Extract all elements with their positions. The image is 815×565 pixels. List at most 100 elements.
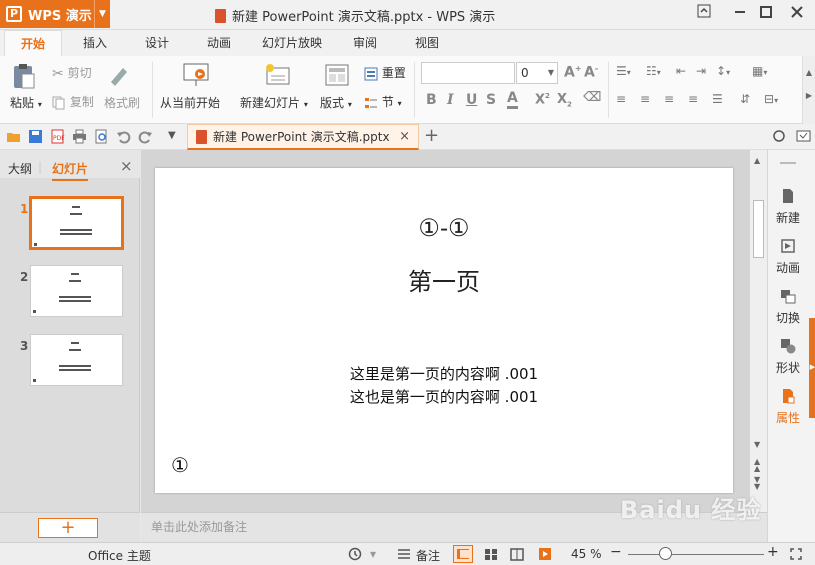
fit-window-icon[interactable] [790, 548, 802, 560]
indent-icon[interactable]: ⇥ [696, 64, 706, 78]
tab-review[interactable]: 审阅 [340, 30, 390, 56]
reading-view-icon[interactable] [510, 548, 524, 561]
print-preview-icon[interactable] [94, 129, 109, 144]
new-slide-button[interactable] [263, 62, 291, 88]
shadow-icon[interactable]: S [486, 92, 496, 108]
subscript-icon[interactable]: X2 [557, 92, 572, 109]
ribbon-scroll[interactable]: ▲ ▶ [802, 56, 815, 124]
history-icon[interactable] [348, 547, 362, 561]
next-slide-icon[interactable]: ▼ ▼ [754, 476, 760, 491]
layout-button[interactable] [324, 62, 350, 88]
tab-slides[interactable]: 幻灯片 [52, 160, 89, 181]
grow-font-icon[interactable]: A+ [564, 64, 582, 81]
italic-icon[interactable]: I [447, 92, 454, 108]
scroll-down-icon[interactable]: ▼ [754, 440, 760, 449]
new-slide-label[interactable]: 新建幻灯片 ▾ [240, 94, 308, 111]
bold-icon[interactable]: B [426, 92, 437, 108]
zoom-slider-thumb[interactable] [659, 547, 673, 560]
tab-insert[interactable]: 插入 [70, 30, 120, 56]
copy-button[interactable]: 复制 [52, 93, 94, 110]
slide-thumbnail-2[interactable] [30, 265, 123, 317]
clear-format-icon[interactable]: ⌫ [583, 90, 601, 105]
shapes-pane-button[interactable]: 形状 [768, 338, 808, 376]
app-menu-button[interactable]: P WPS 演示 ▼ [0, 0, 110, 28]
slide-thumbnail-1[interactable] [29, 196, 124, 250]
qat-dropdown-icon[interactable]: ▼ [168, 130, 176, 141]
transition-pane-button[interactable]: 切换 [768, 288, 808, 326]
slideshow-icon[interactable] [538, 547, 552, 561]
from-current-label[interactable]: 从当前开始 [160, 94, 220, 111]
close-tab-icon[interactable]: × [399, 129, 410, 144]
notes-toggle[interactable]: 备注 [416, 547, 440, 564]
zoom-slider-track[interactable] [628, 554, 764, 555]
normal-view-icon[interactable] [453, 545, 473, 563]
line-spacing-icon[interactable]: ↕▾ [716, 64, 730, 78]
section-button[interactable]: 节 ▾ [364, 93, 402, 110]
new-pane-button[interactable]: 新建 [768, 188, 808, 226]
tab-view[interactable]: 视图 [402, 30, 452, 56]
notes-icon[interactable] [397, 548, 411, 560]
outdent-icon[interactable]: ⇤ [676, 64, 686, 78]
tab-design[interactable]: 设计 [132, 30, 182, 56]
superscript-icon[interactable]: X2 [535, 92, 550, 107]
print-icon[interactable] [72, 129, 87, 144]
close-icon[interactable] [785, 4, 809, 24]
shrink-font-icon[interactable]: A- [584, 64, 598, 81]
slide-sorter-icon[interactable] [484, 548, 498, 561]
columns-icon[interactable]: ▦▾ [752, 64, 767, 78]
slide-subtitle[interactable]: 第一页 [155, 262, 733, 297]
font-color-icon[interactable]: A [507, 90, 518, 109]
format-painter-label[interactable]: 格式刷 [104, 94, 140, 111]
slide-body[interactable]: 这里是第一页的内容啊 .001 这也是第一页的内容啊 .001 [155, 363, 733, 409]
cut-button[interactable]: ✂ 剪切 [52, 64, 92, 82]
properties-pane-button[interactable]: 属性 [768, 388, 808, 426]
format-painter-button[interactable] [105, 62, 131, 88]
pdf-icon[interactable]: PDF [50, 129, 65, 144]
tab-home[interactable]: 开始 [4, 30, 62, 56]
minimize-icon[interactable] [728, 4, 752, 24]
align-right-icon[interactable]: ≡ [664, 92, 674, 106]
from-current-button[interactable] [182, 62, 210, 88]
open-folder-icon[interactable] [6, 129, 21, 144]
font-family-select[interactable] [421, 62, 515, 84]
tab-outline[interactable]: 大纲 [8, 160, 32, 177]
new-tab-icon[interactable]: + [424, 125, 439, 146]
paste-button[interactable] [10, 62, 38, 90]
vertical-align-icon[interactable]: ⊟▾ [764, 92, 778, 106]
reset-button[interactable]: 重置 [364, 64, 406, 81]
save-icon[interactable] [28, 129, 43, 144]
add-slide-button[interactable]: + [38, 518, 98, 538]
redo-icon[interactable] [138, 129, 153, 144]
align-left-icon[interactable]: ≡ [616, 92, 626, 106]
help-icon[interactable] [796, 129, 811, 144]
tab-slideshow[interactable]: 幻灯片放映 [252, 30, 332, 56]
scroll-thumb[interactable] [753, 200, 764, 258]
tab-animation[interactable]: 动画 [194, 30, 244, 56]
slide-title[interactable]: ①-① [155, 214, 733, 242]
vertical-scrollbar[interactable]: ▲ ▼ ▲ ▲ ▼ ▼ [750, 150, 767, 512]
numbered-list-icon[interactable]: ☷▾ [646, 64, 661, 78]
underline-icon[interactable]: U [466, 92, 477, 108]
bullet-list-icon[interactable]: ☰▾ [616, 64, 631, 78]
collapse-tab[interactable]: ▶ [809, 318, 815, 418]
maximize-icon[interactable] [754, 4, 778, 24]
slide-thumbnail-3[interactable] [30, 334, 123, 386]
undo-icon[interactable] [116, 129, 131, 144]
scroll-up-icon[interactable]: ▲ [754, 156, 760, 165]
animation-pane-button[interactable]: 动画 [768, 238, 808, 276]
text-direction-icon[interactable]: ⇵ [740, 92, 750, 106]
zoom-in-icon[interactable]: + [767, 544, 779, 560]
layout-label[interactable]: 版式 ▾ [320, 94, 352, 111]
zoom-out-icon[interactable]: − [610, 544, 622, 560]
paste-label[interactable]: 粘贴 ▾ [10, 94, 42, 111]
close-pane-icon[interactable]: × [120, 157, 133, 175]
align-center-icon[interactable]: ≡ [640, 92, 650, 106]
prev-slide-icon[interactable]: ▲ ▲ [754, 458, 760, 473]
document-tab[interactable]: 新建 PowerPoint 演示文稿.pptx × [187, 124, 419, 150]
collab-icon[interactable] [772, 129, 787, 144]
chevron-down-icon[interactable]: ▼ [94, 0, 110, 28]
slide[interactable]: ①-① 第一页 这里是第一页的内容啊 .001 这也是第一页的内容啊 .001 … [155, 168, 733, 493]
font-size-select[interactable]: 0 ▼ [516, 62, 558, 84]
restore-ribbon-icon[interactable] [692, 4, 716, 24]
justify-icon[interactable]: ≡ [688, 92, 698, 106]
